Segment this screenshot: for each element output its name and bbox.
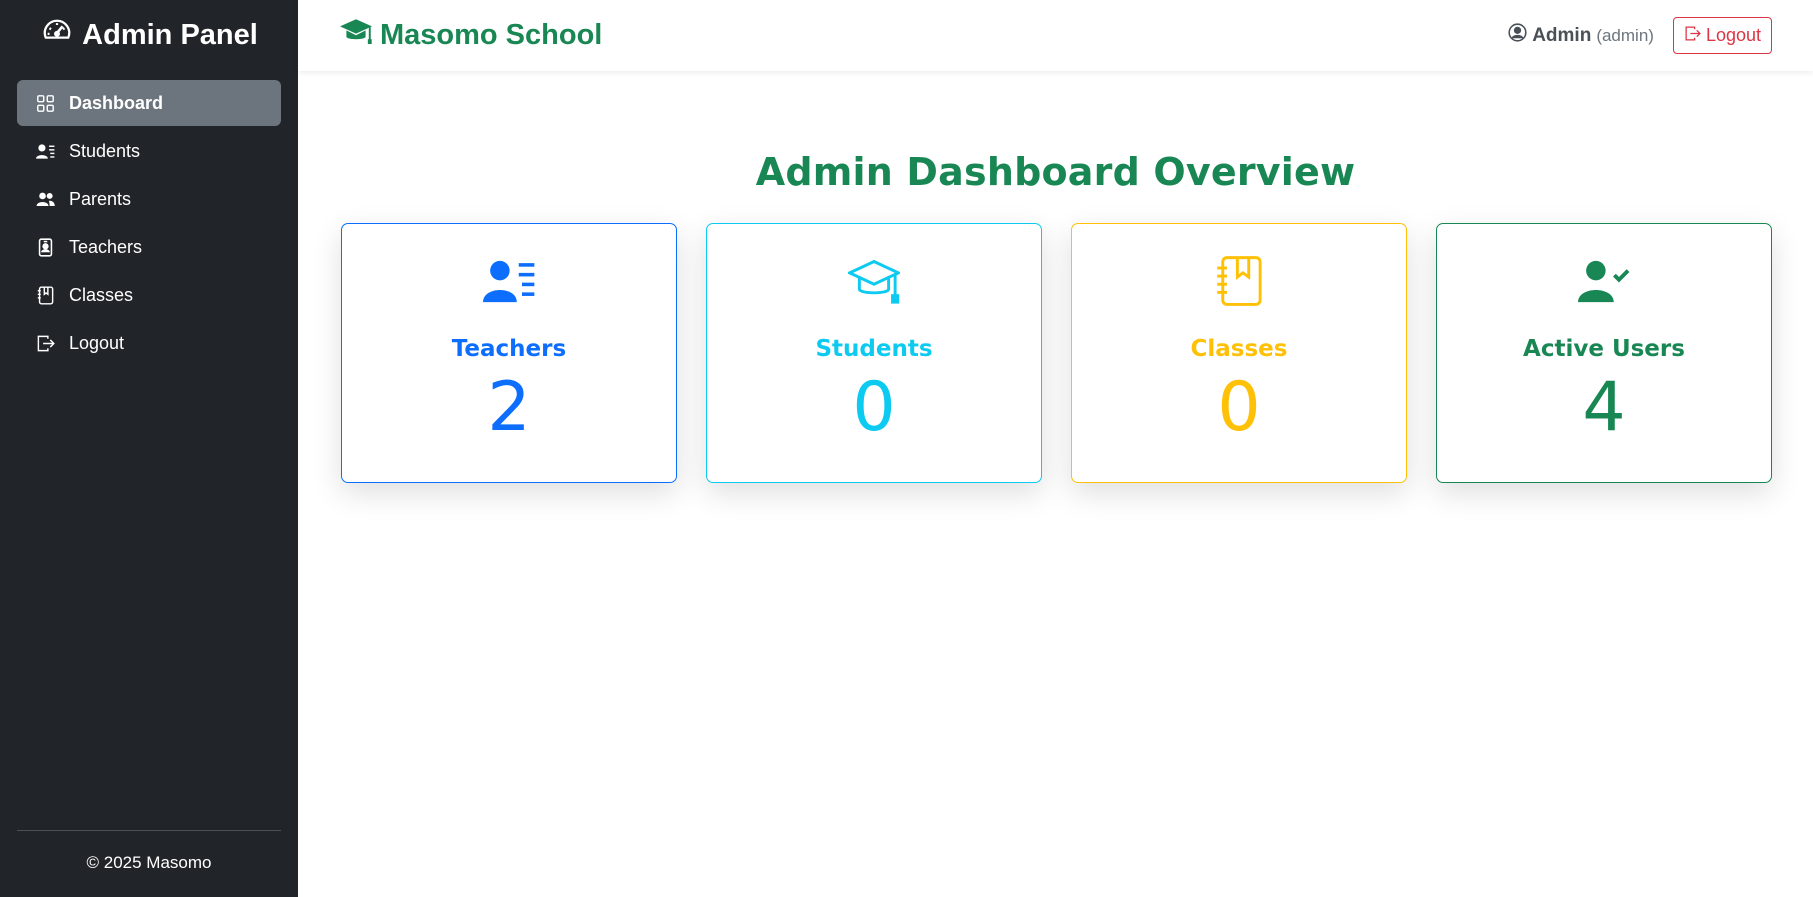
top-navbar: Masomo School Admin (admin) Logout xyxy=(298,0,1813,71)
logout-button[interactable]: Logout xyxy=(1672,17,1772,54)
box-arrow-right-icon xyxy=(1684,25,1701,47)
stats-cards: Teachers 2 Students 0 Classes 0 Active U… xyxy=(341,223,1772,483)
mortarboard-icon xyxy=(846,255,902,307)
speedometer-icon xyxy=(42,16,72,54)
sidebar-item-teachers[interactable]: Teachers xyxy=(17,224,281,270)
journal-bookmark-icon xyxy=(1213,255,1265,307)
sidebar-header: Admin Panel xyxy=(0,0,298,70)
person-badge-icon xyxy=(35,237,55,257)
stat-card-label: Active Users xyxy=(1523,336,1685,362)
stat-card-value: 0 xyxy=(852,368,896,447)
sidebar-item-dashboard[interactable]: Dashboard xyxy=(17,80,281,126)
sidebar-item-classes[interactable]: Classes xyxy=(17,272,281,318)
person-lines-icon xyxy=(483,255,535,307)
stat-card-active-users: Active Users 4 xyxy=(1436,223,1772,483)
stat-card-students: Students 0 xyxy=(706,223,1042,483)
stat-card-value: 0 xyxy=(1217,368,1261,447)
sidebar-item-label: Logout xyxy=(69,332,125,353)
person-check-icon xyxy=(1578,255,1630,307)
stat-card-label: Classes xyxy=(1190,336,1288,362)
stat-card-value: 4 xyxy=(1582,368,1626,447)
page-title: Admin Dashboard Overview xyxy=(755,150,1356,194)
journal-bookmark-icon xyxy=(35,285,55,305)
sidebar-item-label: Dashboard xyxy=(69,92,164,113)
brand[interactable]: Masomo School xyxy=(340,17,602,55)
mortarboard-icon xyxy=(340,17,372,55)
person-circle-icon xyxy=(1508,23,1527,48)
sidebar-nav: Dashboard Students Parents Teachers Clas… xyxy=(0,70,298,366)
people-icon xyxy=(35,189,55,209)
stat-card-label: Students xyxy=(815,336,933,362)
user-info: Admin (admin) xyxy=(1508,23,1654,48)
sidebar-item-label: Teachers xyxy=(69,236,143,257)
sidebar: Admin Panel Dashboard Students Parents T… xyxy=(0,0,298,897)
sidebar-item-label: Parents xyxy=(69,188,132,209)
logout-button-label: Logout xyxy=(1705,25,1761,45)
stat-card-value: 2 xyxy=(487,368,531,447)
sidebar-item-label: Students xyxy=(69,140,141,161)
person-lines-icon xyxy=(35,141,55,161)
box-arrow-right-icon xyxy=(35,333,55,353)
brand-name: Masomo School xyxy=(380,19,603,51)
sidebar-footer: © 2025 Masomo xyxy=(17,830,281,873)
stat-card-teachers: Teachers 2 xyxy=(341,223,677,483)
stat-card-label: Teachers xyxy=(451,336,567,362)
sidebar-item-students[interactable]: Students xyxy=(17,128,281,174)
grid-icon xyxy=(35,93,55,113)
sidebar-item-label: Classes xyxy=(69,284,134,305)
user-name: Admin xyxy=(1532,24,1592,46)
sidebar-title: Admin Panel xyxy=(82,18,258,51)
user-area: Admin (admin) Logout xyxy=(1508,17,1772,54)
user-role: (admin) xyxy=(1596,25,1654,45)
stat-card-classes: Classes 0 xyxy=(1071,223,1407,483)
sidebar-item-logout[interactable]: Logout xyxy=(17,320,281,366)
sidebar-item-parents[interactable]: Parents xyxy=(17,176,281,222)
